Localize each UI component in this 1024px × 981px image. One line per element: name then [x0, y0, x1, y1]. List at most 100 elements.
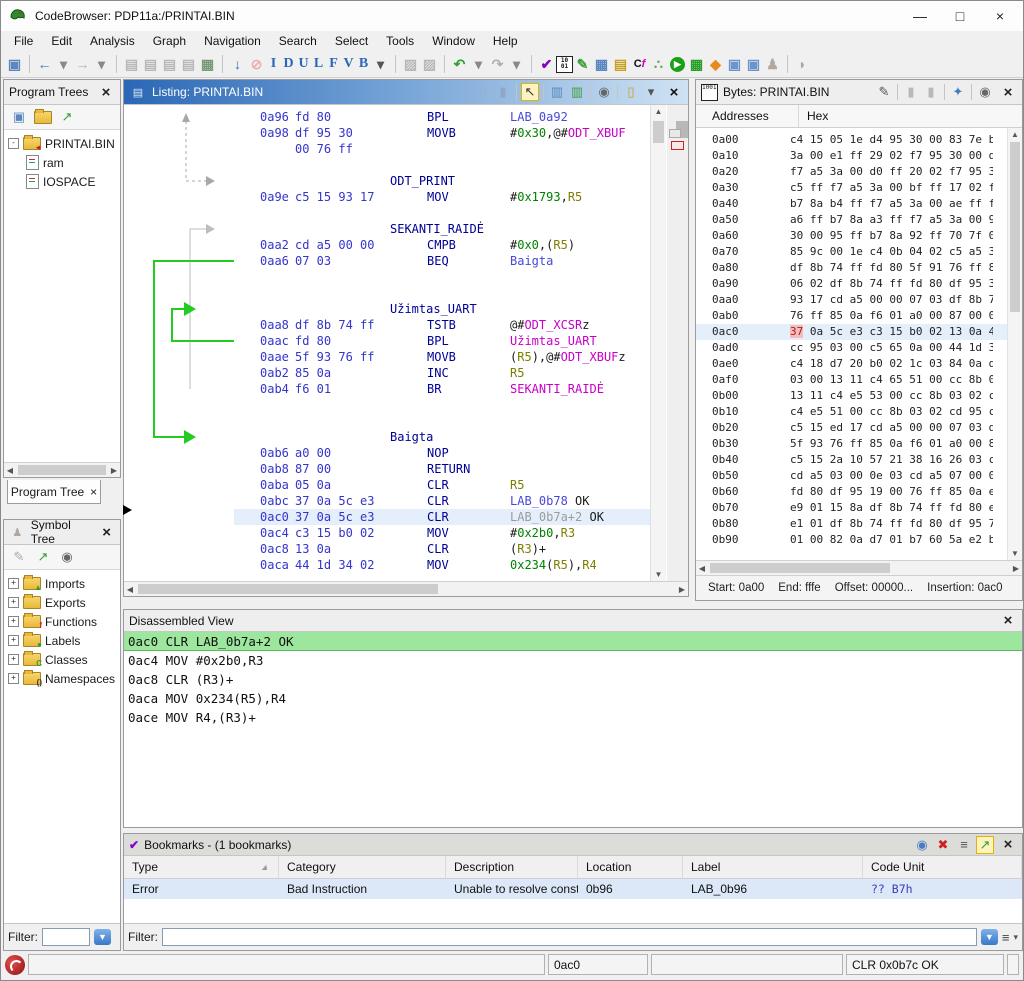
- close-symbol-tree-button[interactable]: ×: [98, 524, 115, 541]
- forward-icon[interactable]: →: [73, 55, 92, 74]
- scroll-up-icon[interactable]: ▲: [1008, 130, 1022, 139]
- expand-icon[interactable]: +: [8, 578, 19, 589]
- scroll-right-icon[interactable]: ▶: [676, 585, 688, 594]
- menu-navigation[interactable]: Navigation: [195, 32, 270, 50]
- undo-dropdown-icon[interactable]: ▾: [469, 55, 488, 74]
- diamond-icon[interactable]: ◆: [706, 55, 725, 74]
- listing-row[interactable]: 0ac037 0a 5c e3CLRLAB_0b7a+2 OK: [234, 509, 650, 525]
- goto-bookmark-icon[interactable]: ↗: [976, 836, 994, 854]
- bytes-row[interactable]: 0b40c5 15 2a 10 57 21 38 16 26 03 cd: [696, 452, 1022, 468]
- bytes-row[interactable]: 0ab076 ff 85 0a f6 01 a0 00 87 00 05: [696, 308, 1022, 324]
- snapshot-memory-icon[interactable]: ▦: [198, 55, 217, 74]
- settings-wrench-icon[interactable]: ✦: [949, 83, 967, 101]
- tree-item-iospace[interactable]: IOSPACE: [8, 172, 120, 191]
- cf-icon[interactable]: Cf: [630, 55, 649, 74]
- data-type-i-icon[interactable]: I: [266, 55, 281, 74]
- bytes-row[interactable]: 0a20f7 a5 3a 00 d0 ff 20 02 f7 95 30: [696, 164, 1022, 180]
- listing-row[interactable]: 0abc37 0a 5c e3CLRLAB_0b78 OK: [234, 493, 650, 509]
- scroll-thumb[interactable]: [710, 563, 890, 573]
- listing-row[interactable]: 0ac813 0aCLR(R3)+: [234, 541, 650, 557]
- menu-graph[interactable]: Graph: [144, 32, 195, 50]
- listing-row[interactable]: 0aa8df 8b 74 ffTSTB@#ODT_XCSRz: [234, 317, 650, 333]
- cursor-location-icon[interactable]: ↖: [521, 83, 539, 101]
- listing-row[interactable]: 0aa607 03BEQBaigta: [234, 253, 650, 269]
- listing-row[interactable]: 0aacfd 80BPLUžimtas_UART: [234, 333, 650, 349]
- bookmarks-column-code-unit[interactable]: Code Unit: [863, 856, 1022, 878]
- expand-icon[interactable]: +: [8, 673, 19, 684]
- bytes-row[interactable]: 0b50cd a5 03 00 0e 03 cd a5 07 00 0e: [696, 468, 1022, 484]
- merge-icon[interactable]: ▨: [401, 55, 420, 74]
- addresses-column-header[interactable]: Addresses: [696, 105, 799, 127]
- close-listing-button[interactable]: ×: [665, 84, 683, 101]
- filter-bookmarks-icon[interactable]: ◉: [913, 836, 931, 854]
- bookmarks-column-type[interactable]: Type▲: [124, 856, 279, 878]
- save-icon[interactable]: ▣: [5, 55, 24, 74]
- listing-row[interactable]: 0ab4f6 01BRSEKANTI_RAIDĖ: [234, 381, 650, 397]
- bytes-row[interactable]: 0a6030 00 95 ff b7 8a 92 ff 70 7f 06: [696, 228, 1022, 244]
- goto-external-icon[interactable]: ↗: [34, 548, 52, 566]
- stop-disassembly-icon[interactable]: ⊘: [247, 55, 266, 74]
- listing-body[interactable]: 0a96fd 80BPLLAB_0a920a98df 95 30MOVB#0x3…: [124, 105, 688, 581]
- paste-icon[interactable]: ▮: [494, 83, 512, 101]
- close-program-trees-button[interactable]: ×: [97, 84, 115, 101]
- bytes-row[interactable]: 0a9006 02 df 8b 74 ff fd 80 df 95 30: [696, 276, 1022, 292]
- bytes-row[interactable]: 0b20c5 15 ed 17 cd a5 00 00 07 03 df: [696, 420, 1022, 436]
- bytes-row[interactable]: 0ac037 0a 5c e3 c3 15 b0 02 13 0a 44: [696, 324, 1022, 340]
- fields-dropdown-icon[interactable]: ▾: [642, 83, 660, 101]
- maximize-button[interactable]: □: [953, 8, 967, 24]
- hex-column-header[interactable]: Hex: [799, 109, 828, 123]
- close-button[interactable]: ×: [993, 8, 1007, 24]
- menu-help[interactable]: Help: [484, 32, 527, 50]
- listing-vscrollbar[interactable]: ▲ ▼: [650, 105, 666, 581]
- listing-row[interactable]: 0ab6a0 00NOP: [234, 445, 650, 461]
- symbol-tree-item-functions[interactable]: +fFunctions: [8, 612, 120, 631]
- diff-apply-icon[interactable]: ▥: [568, 83, 586, 101]
- run-script-icon[interactable]: ▶: [670, 57, 685, 72]
- listing-row[interactable]: ODT_PRINT: [234, 173, 650, 189]
- scroll-up-icon[interactable]: ▲: [651, 107, 666, 116]
- new-tree-icon[interactable]: ▣: [10, 108, 28, 126]
- scroll-left-icon[interactable]: ◀: [4, 466, 16, 475]
- bytes-row[interactable]: 0aa093 17 cd a5 00 00 07 03 df 8b 74: [696, 292, 1022, 308]
- assemble-icon[interactable]: ▤: [179, 55, 198, 74]
- scroll-left-icon[interactable]: ◀: [696, 564, 708, 573]
- snapshot-icon[interactable]: ◉: [976, 83, 994, 101]
- select-columns-icon[interactable]: ≡: [955, 836, 973, 854]
- bytes-row[interactable]: 0a7085 9c 00 1e c4 0b 04 02 c5 a5 3a: [696, 244, 1022, 260]
- data-type-f-icon[interactable]: F: [326, 55, 341, 74]
- bytes-row[interactable]: 0af003 00 13 11 c4 65 51 00 cc 8b 03: [696, 372, 1022, 388]
- snapshot-icon[interactable]: ◉: [595, 83, 613, 101]
- shared-session-icon[interactable]: ♟: [763, 55, 782, 74]
- listing-row[interactable]: 00 76 ff: [234, 141, 650, 157]
- copy-icon[interactable]: ▮: [902, 83, 920, 101]
- scroll-right-icon[interactable]: ▶: [1010, 564, 1022, 573]
- scroll-down-icon[interactable]: ▼: [1008, 549, 1022, 558]
- listing-row[interactable]: 0aae5f 93 76 ffMOVB(R5),@#ODT_XBUFz: [234, 349, 650, 365]
- bytes-body[interactable]: 0a00c4 15 05 1e d4 95 30 00 83 7e b00a10…: [696, 128, 1022, 560]
- bookmarks-filter-input[interactable]: [162, 928, 977, 946]
- disassembled-line[interactable]: 0ace MOV R4,(R3)+: [124, 708, 1022, 727]
- close-bytes-button[interactable]: ×: [999, 84, 1017, 101]
- bookmarks-column-description[interactable]: Description: [446, 856, 578, 878]
- close-disassembled-view-button[interactable]: ×: [999, 612, 1017, 629]
- data-type-v-icon[interactable]: V: [341, 55, 356, 74]
- bytes-row[interactable]: 0ae0c4 18 d7 20 b0 02 1c 03 84 0a d7: [696, 356, 1022, 372]
- menu-select[interactable]: Select: [326, 32, 377, 50]
- bytes-row[interactable]: 0b305f 93 76 ff 85 0a f6 01 a0 00 87: [696, 436, 1022, 452]
- listing-row[interactable]: 0ab887 00RETURN: [234, 461, 650, 477]
- goto-external-icon[interactable]: ↗: [58, 108, 76, 126]
- function-graph-icon[interactable]: ∴: [649, 55, 668, 74]
- diff-view-icon[interactable]: ▥: [548, 83, 566, 101]
- bytes-row[interactable]: 0b9001 00 82 0a d7 01 b7 60 5a e2 b7: [696, 532, 1022, 548]
- listing-row[interactable]: 0ab285 0aINCR5: [234, 365, 650, 381]
- listing-row[interactable]: 0aa2cd a5 00 00CMPB#0x0,(R5): [234, 237, 650, 253]
- delete-bookmark-icon[interactable]: ✖: [934, 836, 952, 854]
- symbol-tree-item-namespaces[interactable]: +()Namespaces: [8, 669, 120, 688]
- filter-funnel-icon[interactable]: ▼: [94, 929, 111, 945]
- validate-icon[interactable]: ✔: [537, 55, 556, 74]
- window-icon[interactable]: ▣: [725, 55, 744, 74]
- expand-icon[interactable]: +: [8, 616, 19, 627]
- menu-analysis[interactable]: Analysis: [81, 32, 144, 50]
- undo-icon[interactable]: ↶: [450, 55, 469, 74]
- edit-icon[interactable]: ✎: [10, 548, 28, 566]
